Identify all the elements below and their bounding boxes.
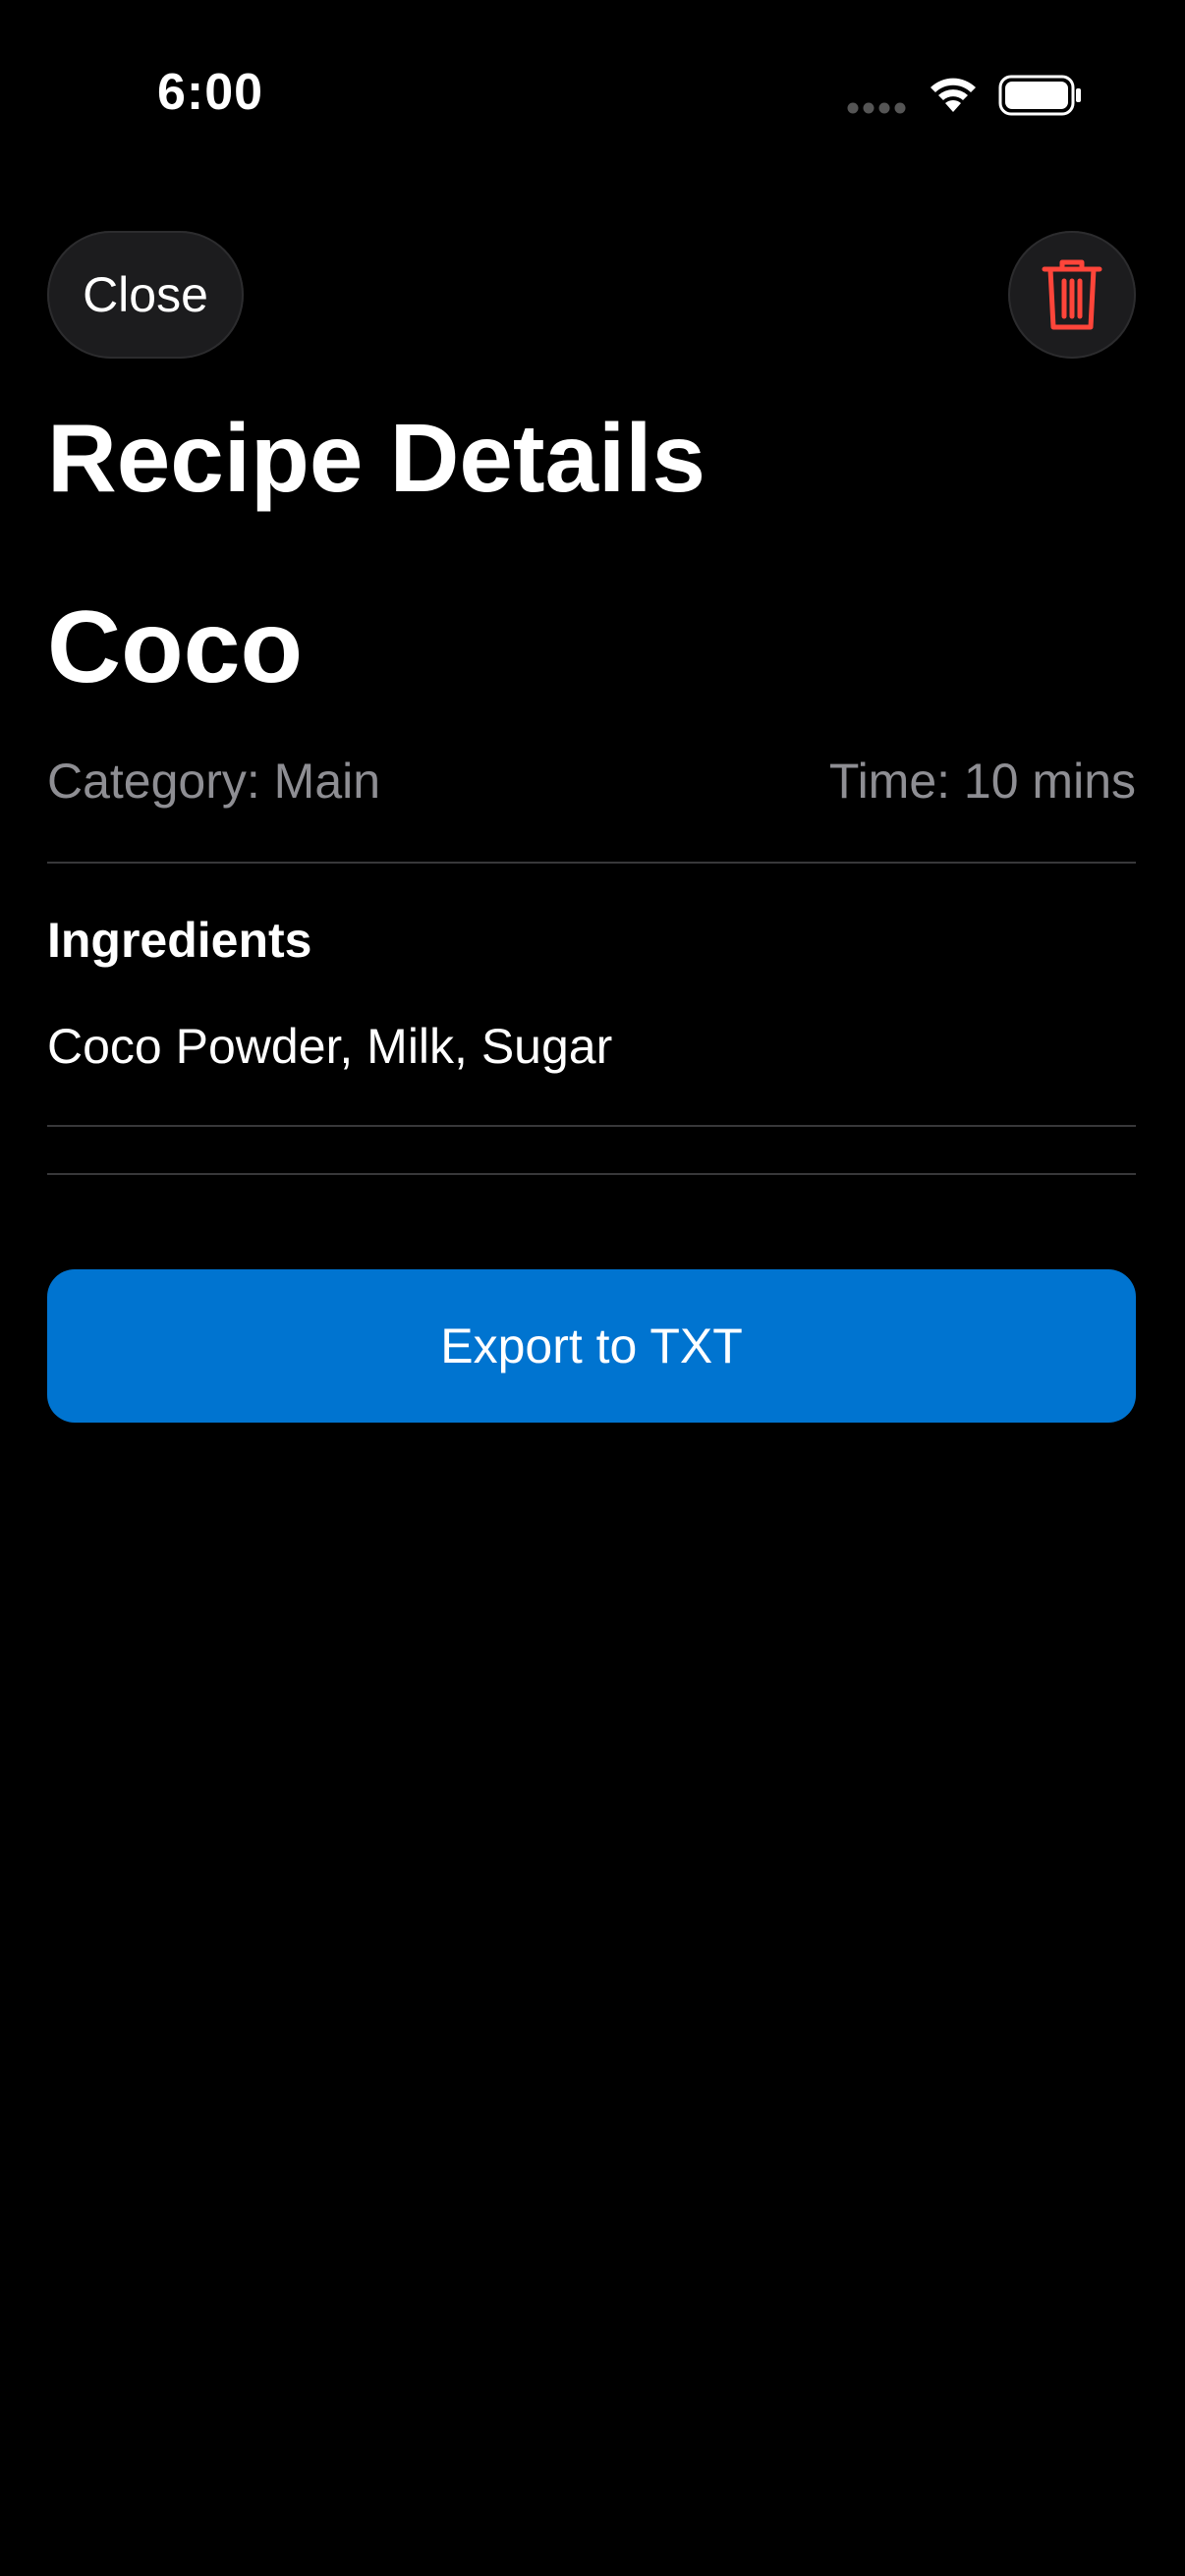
page-title: Recipe Details (47, 404, 705, 512)
ingredients-heading: Ingredients (47, 913, 312, 968)
recipe-time: Time: 10 mins (828, 754, 1136, 809)
trash-icon (1042, 259, 1102, 330)
status-time: 6:00 (157, 64, 264, 121)
delete-button[interactable] (1008, 231, 1136, 359)
export-txt-button-label: Export to TXT (440, 1318, 743, 1373)
ingredients-text: Coco Powder, Milk, Sugar (47, 1019, 613, 1074)
divider (47, 862, 1136, 864)
close-button-label: Close (83, 267, 208, 322)
recipe-category: Category: Main (47, 754, 381, 809)
status-bar: 6:00 (0, 0, 1185, 196)
wifi-icon (931, 78, 976, 112)
battery-icon (998, 75, 1081, 116)
recipe-meta-row: Category: Main Time: 10 mins (47, 753, 1136, 810)
recipe-name: Coco (47, 590, 303, 704)
cellular-signal-icon (847, 102, 906, 114)
close-button[interactable]: Close (47, 231, 244, 359)
divider (47, 1125, 1136, 1127)
divider (47, 1173, 1136, 1175)
export-txt-button[interactable]: Export to TXT (47, 1269, 1136, 1423)
